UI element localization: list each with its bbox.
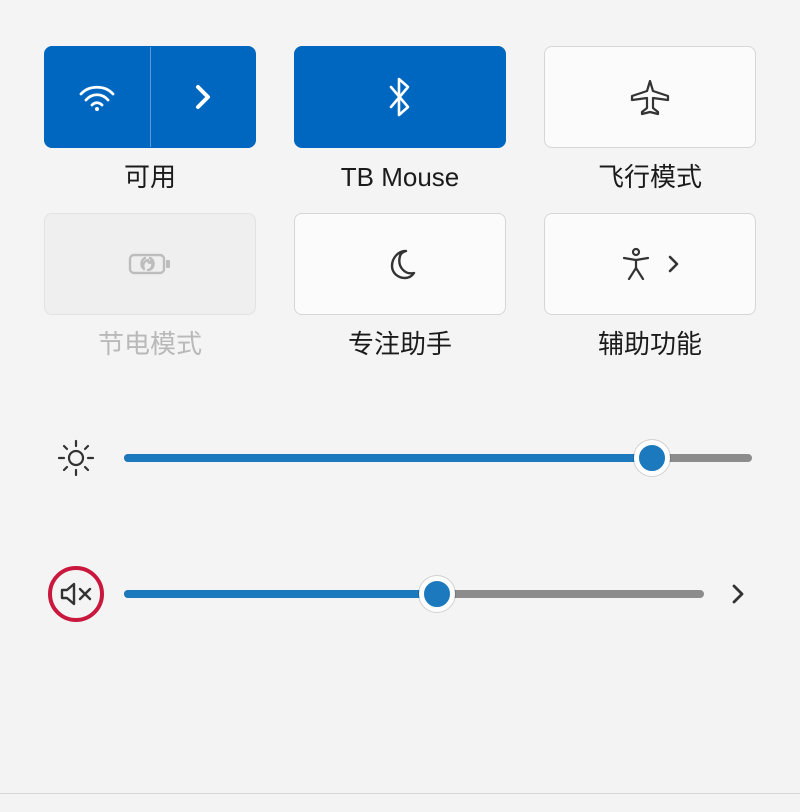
accessibility-tile-wrap: 辅助功能 [542, 213, 758, 360]
wifi-icon [77, 81, 117, 113]
accessibility-label: 辅助功能 [598, 329, 702, 360]
focus-assist-toggle[interactable] [294, 213, 506, 315]
volume-slider-row [48, 566, 752, 622]
wifi-label: 可用 [124, 162, 176, 193]
accessibility-toggle[interactable] [544, 213, 756, 315]
airplane-icon [629, 78, 671, 116]
volume-slider-thumb[interactable] [419, 576, 455, 612]
volume-more-button[interactable] [724, 581, 752, 607]
airplane-tile-wrap: 飞行模式 [542, 46, 758, 193]
chevron-right-icon [191, 79, 215, 115]
focus-assist-label: 专注助手 [348, 329, 452, 360]
volume-slider-fill [124, 590, 437, 598]
bluetooth-icon [386, 75, 414, 119]
tile-grid: 可用 TB Mouse 飞行模式 [42, 46, 758, 360]
volume-mute-button[interactable] [48, 566, 104, 622]
brightness-icon[interactable] [48, 430, 104, 486]
chevron-right-icon [666, 253, 680, 275]
brightness-slider[interactable] [124, 454, 752, 462]
wifi-toggle-main[interactable] [45, 47, 151, 147]
brightness-slider-row [48, 430, 752, 486]
volume-slider[interactable] [124, 590, 704, 598]
speaker-mute-icon [59, 579, 93, 609]
bluetooth-tile-wrap: TB Mouse [292, 46, 508, 193]
bluetooth-label: TB Mouse [341, 162, 460, 193]
bluetooth-toggle[interactable] [294, 46, 506, 148]
accessibility-icon [620, 246, 652, 282]
airplane-label: 飞行模式 [598, 162, 702, 193]
bottom-divider [0, 793, 800, 794]
quick-settings-panel: 可用 TB Mouse 飞行模式 [0, 0, 800, 622]
focus-assist-tile-wrap: 专注助手 [292, 213, 508, 360]
airplane-toggle[interactable] [544, 46, 756, 148]
brightness-slider-fill [124, 454, 652, 462]
highlight-ring [48, 566, 104, 622]
wifi-toggle[interactable] [44, 46, 256, 148]
brightness-slider-thumb[interactable] [634, 440, 670, 476]
battery-saver-label: 节电模式 [98, 329, 202, 360]
moon-icon [383, 247, 417, 281]
battery-saver-tile-wrap: 节电模式 [42, 213, 258, 360]
battery-saver-toggle [44, 213, 256, 315]
wifi-expand-button[interactable] [151, 47, 256, 147]
battery-saver-icon [127, 249, 173, 279]
wifi-tile-wrap: 可用 [42, 46, 258, 193]
